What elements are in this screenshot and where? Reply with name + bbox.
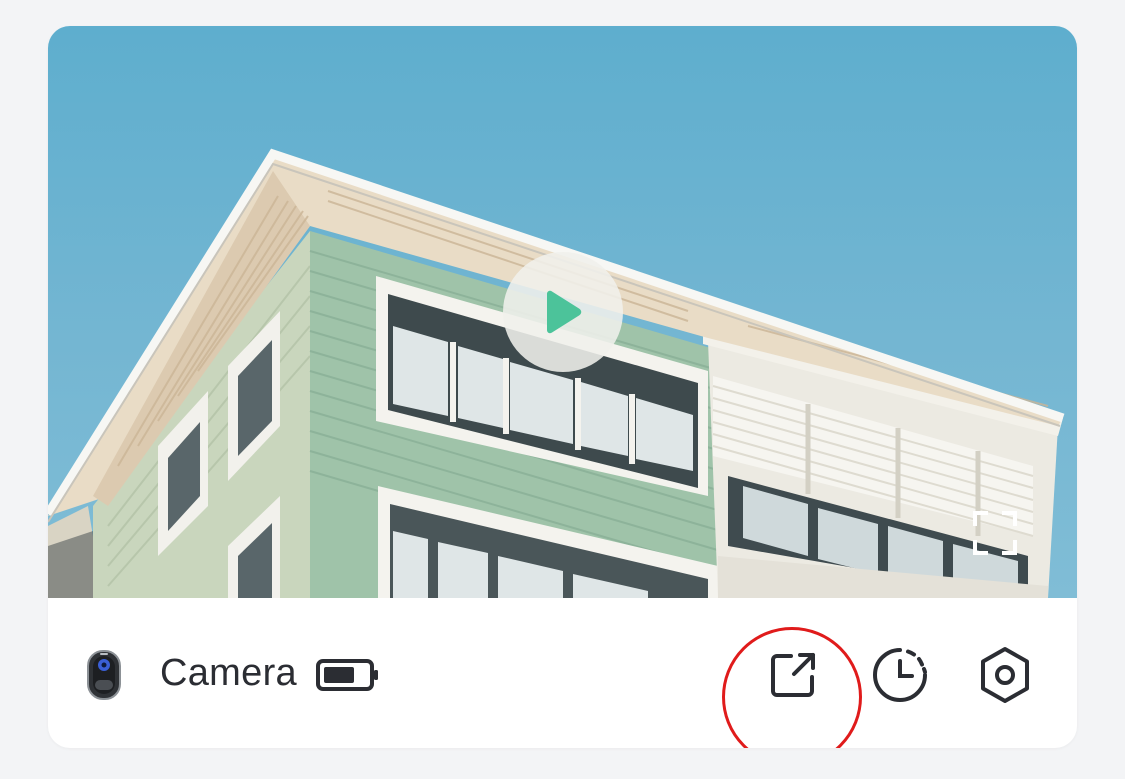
battery-icon (316, 658, 380, 692)
history-clock-icon (873, 648, 927, 702)
camera-card: Camera (48, 26, 1077, 748)
share-external-icon (771, 653, 815, 697)
fullscreen-icon (973, 511, 1017, 555)
play-icon (547, 290, 582, 334)
play-button[interactable] (503, 252, 623, 372)
camera-name-label: Camera (160, 652, 297, 694)
share-button[interactable] (762, 644, 824, 706)
camera-device-icon (86, 650, 122, 700)
settings-button[interactable] (974, 644, 1036, 706)
camera-preview[interactable] (48, 26, 1077, 598)
settings-hexagon-icon (981, 647, 1029, 703)
fullscreen-button[interactable] (972, 510, 1018, 556)
history-button[interactable] (869, 644, 931, 706)
camera-footer: Camera (48, 598, 1077, 748)
